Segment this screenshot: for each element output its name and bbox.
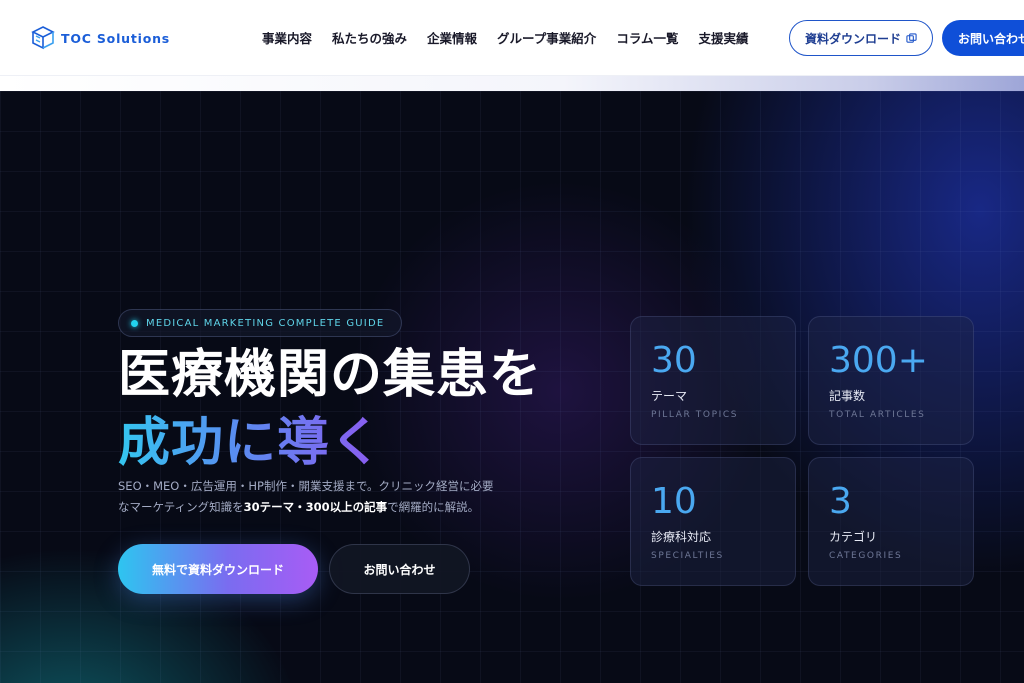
stat-card-categories: 3 カテゴリ CATEGORIES (808, 457, 974, 586)
stat-sublabel: CATEGORIES (829, 551, 903, 561)
stat-value: 10 (651, 481, 697, 522)
stat-sublabel: TOTAL ARTICLES (829, 410, 926, 420)
free-download-button[interactable]: 無料で資料ダウンロード (118, 544, 318, 594)
logo[interactable]: TOC Solutions (30, 25, 170, 51)
site-header: TOC Solutions 事業内容 私たちの強み 企業情報 グループ事業紹介 … (0, 0, 1024, 76)
download-button[interactable]: 資料ダウンロード (789, 20, 933, 56)
eyebrow-badge: MEDICAL MARKETING COMPLETE GUIDE (118, 309, 402, 337)
copy-icon (906, 32, 917, 43)
stat-value: 300+ (829, 340, 928, 381)
stat-value: 3 (829, 481, 852, 522)
stat-label: テーマ (651, 389, 688, 403)
hero-contact-button[interactable]: お問い合わせ (329, 544, 470, 594)
description-line1: SEO・MEO・広告運用・HP制作・開業支援まで。クリニック経営に必要 (118, 479, 494, 493)
stat-value: 30 (651, 340, 697, 381)
stat-sublabel: SPECIALTIES (651, 551, 724, 561)
stat-card-specialties: 10 診療科対応 SPECIALTIES (630, 457, 796, 586)
nav-item-company[interactable]: 企業情報 (427, 28, 477, 47)
stat-card-articles: 300+ 記事数 TOTAL ARTICLES (808, 316, 974, 445)
nav-item-columns[interactable]: コラム一覧 (616, 28, 678, 47)
dot-icon (131, 319, 138, 327)
nav-item-results[interactable]: 支援実績 (698, 28, 748, 47)
contact-button-label: お問い合わせ (958, 31, 1024, 46)
contact-button[interactable]: お問い合わせ (942, 20, 1024, 56)
toc-logo-icon (31, 26, 55, 50)
nav-item-strengths[interactable]: 私たちの強み (332, 28, 407, 47)
hero-section: MEDICAL MARKETING COMPLETE GUIDE 医療機関の集患… (0, 91, 1024, 683)
hero-description: SEO・MEO・広告運用・HP制作・開業支援まで。クリニック経営に必要 なマーケ… (118, 476, 538, 518)
stat-label: カテゴリ (829, 530, 878, 544)
stat-card-topics: 30 テーマ PILLAR TOPICS (630, 316, 796, 445)
nav-item-group[interactable]: グループ事業紹介 (497, 28, 596, 47)
stat-label: 診療科対応 (651, 530, 712, 544)
description-highlight: 30テーマ・300以上の記事 (243, 500, 388, 514)
stat-label: 記事数 (829, 389, 866, 403)
eyebrow-text: MEDICAL MARKETING COMPLETE GUIDE (146, 317, 385, 329)
logo-text: TOC Solutions (61, 30, 171, 46)
stat-sublabel: PILLAR TOPICS (651, 410, 739, 420)
nav-item-services[interactable]: 事業内容 (262, 28, 312, 47)
description-line2-post: で網羅的に解説。 (387, 500, 480, 514)
description-line2-pre: なマーケティング知識を (118, 500, 244, 514)
download-button-label: 資料ダウンロード (804, 31, 901, 46)
hero-title-line1: 医療機関の集患を (118, 345, 543, 405)
main-nav: 事業内容 私たちの強み 企業情報 グループ事業紹介 コラム一覧 支援実績 (262, 28, 748, 47)
header-divider (0, 76, 1024, 91)
hero-title-line2: 成功に導く (118, 413, 384, 473)
